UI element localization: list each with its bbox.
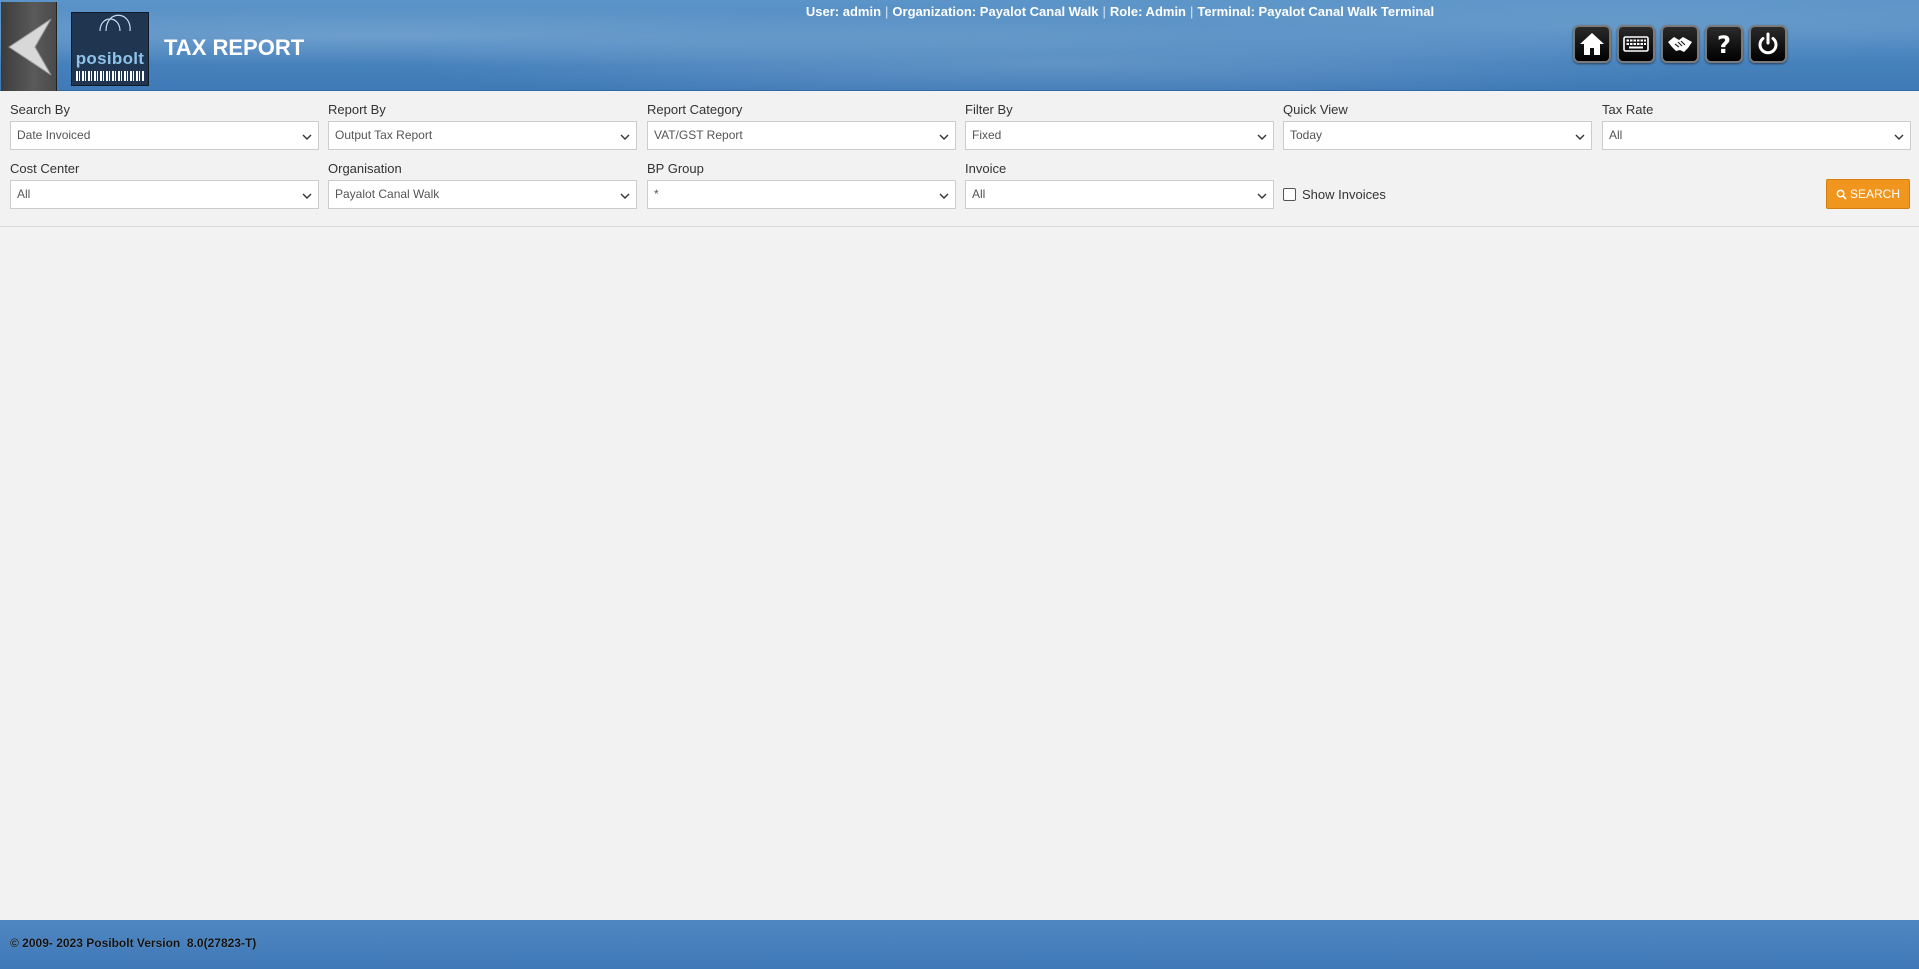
report-category-field: Report Category VAT/GST Report xyxy=(647,101,956,150)
tax-rate-label: Tax Rate xyxy=(1602,102,1654,117)
tax-rate-select[interactable]: All xyxy=(1602,121,1911,150)
svg-text:?: ? xyxy=(1717,31,1731,58)
quick-view-select[interactable]: Today xyxy=(1283,121,1592,150)
posibolt-logo: posibolt xyxy=(71,12,149,86)
header-toolbar: ? xyxy=(1573,25,1787,63)
app-footer: © 2009- 2023 Posibolt Version 8.0(27823-… xyxy=(0,920,1919,969)
filter-by-field: Filter By Fixed xyxy=(965,101,1274,150)
organization-label: Organization: Payalot Canal Walk xyxy=(892,4,1099,19)
cost-center-label: Cost Center xyxy=(10,161,80,176)
chevron-down-icon xyxy=(1257,124,1267,152)
search-icon xyxy=(1836,189,1847,200)
separator: | xyxy=(1102,4,1106,19)
chevron-down-icon xyxy=(1257,183,1267,211)
filter-by-select[interactable]: Fixed xyxy=(965,121,1274,150)
invoice-select[interactable]: All xyxy=(965,180,1274,209)
home-icon xyxy=(1580,33,1604,55)
help-icon: ? xyxy=(1717,31,1731,58)
tax-rate-value: All xyxy=(1609,128,1623,142)
logout-button[interactable] xyxy=(1749,25,1787,63)
handshake-button[interactable] xyxy=(1661,25,1699,63)
report-category-label: Report Category xyxy=(647,102,743,117)
show-invoices-label: Show Invoices xyxy=(1302,187,1386,202)
chevron-down-icon xyxy=(939,183,949,211)
bp-group-field: BP Group * xyxy=(647,160,956,209)
report-by-field: Report By Output Tax Report xyxy=(328,101,637,150)
filter-by-label: Filter By xyxy=(965,102,1013,117)
bp-group-label: BP Group xyxy=(647,161,704,176)
chevron-down-icon xyxy=(302,183,312,211)
show-invoices-checkbox[interactable] xyxy=(1283,188,1296,201)
page-title: TAX REPORT xyxy=(164,35,305,60)
tax-rate-field: Tax Rate All xyxy=(1602,101,1911,150)
handshake-icon xyxy=(1668,37,1692,52)
report-by-label: Report By xyxy=(328,102,386,117)
keyboard-icon xyxy=(1623,36,1649,52)
search-button[interactable]: SEARCH xyxy=(1826,179,1910,209)
report-category-select[interactable]: VAT/GST Report xyxy=(647,121,956,150)
separator: | xyxy=(1190,4,1194,19)
search-by-field: Search By Date Invoiced xyxy=(10,101,319,150)
organisation-select[interactable]: Payalot Canal Walk xyxy=(328,180,637,209)
organisation-label: Organisation xyxy=(328,161,402,176)
report-filter-form: Search By Date Invoiced Report By Output… xyxy=(0,91,1919,227)
report-category-value: VAT/GST Report xyxy=(654,128,743,142)
chevron-down-icon xyxy=(1575,124,1585,152)
show-invoices-option: Show Invoices xyxy=(1283,187,1386,202)
home-button[interactable] xyxy=(1573,25,1611,63)
chevron-down-icon xyxy=(1894,124,1904,152)
separator: | xyxy=(885,4,889,19)
back-arrow-icon xyxy=(7,18,51,75)
organisation-field: Organisation Payalot Canal Walk xyxy=(328,160,637,209)
filter-by-value: Fixed xyxy=(972,128,1002,142)
invoice-label: Invoice xyxy=(965,161,1007,176)
logo-text: posibolt xyxy=(75,49,145,68)
session-info: User: admin | Organization: Payalot Canal … xyxy=(700,4,1540,19)
search-by-select[interactable]: Date Invoiced xyxy=(10,121,319,150)
role-label: Role: Admin xyxy=(1109,4,1186,19)
report-by-select[interactable]: Output Tax Report xyxy=(328,121,637,150)
invoice-field: Invoice All xyxy=(965,160,1274,209)
back-button[interactable] xyxy=(1,2,57,91)
chevron-down-icon xyxy=(620,124,630,152)
invoice-value: All xyxy=(972,187,986,201)
cost-center-value: All xyxy=(17,187,31,201)
quick-view-field: Quick View Today xyxy=(1283,101,1592,150)
chevron-down-icon xyxy=(620,183,630,211)
search-button-label: SEARCH xyxy=(1849,187,1900,201)
bp-group-select[interactable]: * xyxy=(647,180,956,209)
chevron-down-icon xyxy=(939,124,949,152)
logo-bag-icon xyxy=(99,14,131,32)
organisation-value: Payalot Canal Walk xyxy=(335,187,440,201)
report-by-value: Output Tax Report xyxy=(335,128,433,142)
cost-center-field: Cost Center All xyxy=(10,160,319,209)
quick-view-label: Quick View xyxy=(1283,102,1348,117)
user-label: User: admin xyxy=(805,4,882,19)
copyright-text: © 2009- 2023 Posibolt Version 8.0(27823-… xyxy=(10,936,257,950)
logo-barcode xyxy=(76,71,144,81)
power-icon xyxy=(1758,32,1778,55)
keyboard-button[interactable] xyxy=(1617,25,1655,63)
bp-group-value: * xyxy=(654,187,659,201)
quick-view-value: Today xyxy=(1290,128,1323,142)
search-by-value: Date Invoiced xyxy=(17,128,91,142)
terminal-label: Terminal: Payalot Canal Walk Terminal xyxy=(1197,4,1435,19)
help-button[interactable]: ? xyxy=(1705,25,1743,63)
app-header: posibolt TAX REPORT User: admin | Organiza… xyxy=(0,0,1919,91)
chevron-down-icon xyxy=(302,124,312,152)
search-by-label: Search By xyxy=(10,102,70,117)
cost-center-select[interactable]: All xyxy=(10,180,319,209)
